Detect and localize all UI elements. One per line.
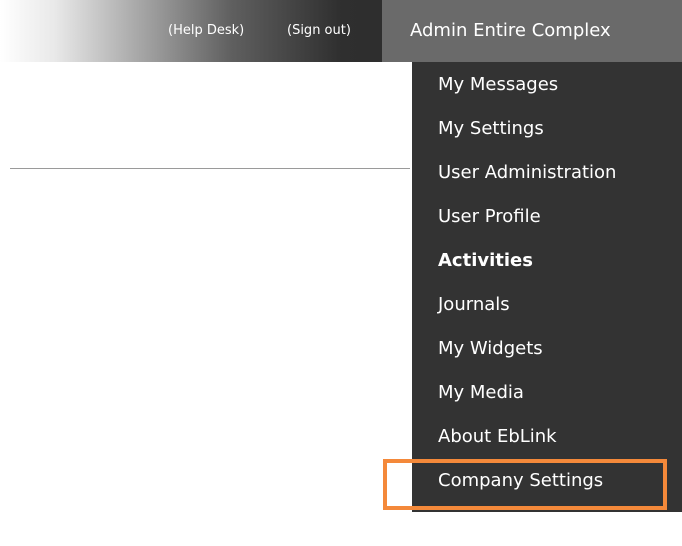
menu-item-user-profile[interactable]: User Profile — [438, 202, 541, 232]
sign-out-link[interactable]: (Sign out) — [287, 22, 351, 40]
help-desk-link[interactable]: (Help Desk) — [168, 22, 244, 40]
user-menu-tab[interactable]: Admin Entire Complex — [382, 0, 682, 62]
menu-item-my-widgets[interactable]: My Widgets — [438, 334, 543, 364]
menu-item-my-settings[interactable]: My Settings — [438, 114, 544, 144]
menu-item-user-administration[interactable]: User Administration — [438, 158, 616, 188]
menu-item-my-messages[interactable]: My Messages — [438, 70, 558, 100]
menu-item-activities[interactable]: Activities — [438, 246, 533, 276]
menu-item-company-settings[interactable]: Company Settings — [438, 466, 603, 496]
content-divider — [10, 168, 410, 169]
user-menu-label: Admin Entire Complex — [410, 20, 611, 41]
menu-item-my-media[interactable]: My Media — [438, 378, 524, 408]
top-header-bar: (Help Desk) (Sign out) Admin Entire Comp… — [0, 0, 682, 62]
page: (Help Desk) (Sign out) Admin Entire Comp… — [0, 0, 682, 546]
menu-item-about-eblink[interactable]: About EbLink — [438, 422, 557, 452]
user-dropdown-menu: My Messages My Settings User Administrat… — [412, 62, 682, 512]
menu-item-journals[interactable]: Journals — [438, 290, 510, 320]
